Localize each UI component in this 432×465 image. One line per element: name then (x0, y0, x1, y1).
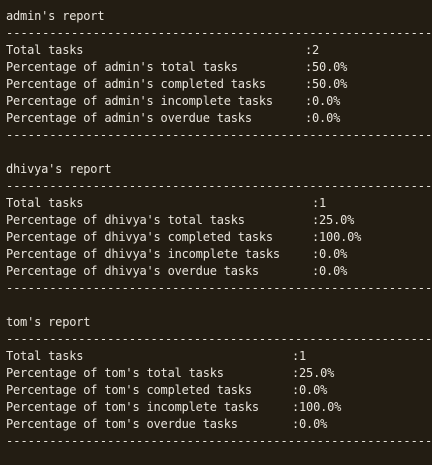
row-label: Percentage of tom's total tasks (6, 366, 224, 380)
row-label: Percentage of dhivya's completed tasks (6, 230, 273, 244)
report-tom: tom's report ---------------------------… (6, 314, 432, 450)
report-row-total: Total tasks :2 (6, 42, 432, 59)
row-value: :0.0% (312, 264, 348, 278)
report-row-total: Total tasks :1 (6, 348, 432, 365)
report-title: admin's report (6, 9, 105, 23)
row-value: :25.0% (312, 213, 355, 227)
report-row-completed-pct: Percentage of admin's completed tasks :5… (6, 76, 432, 93)
row-label: Percentage of dhivya's overdue tasks (6, 264, 259, 278)
row-value: :1 (312, 196, 327, 210)
report-row-incomplete-pct: Percentage of tom's incomplete tasks :10… (6, 399, 432, 416)
row-label: Total tasks (6, 196, 84, 210)
report-row-incomplete-pct: Percentage of admin's incomplete tasks :… (6, 93, 432, 110)
row-value: :2 (305, 43, 320, 57)
row-label: Percentage of admin's completed tasks (6, 77, 266, 91)
divider: ----------------------------------------… (6, 179, 432, 193)
row-label: Percentage of dhivya's incomplete tasks (6, 247, 280, 261)
row-value: :25.0% (292, 366, 335, 380)
row-label: Percentage of admin's incomplete tasks (6, 94, 273, 108)
row-value: :0.0% (292, 417, 328, 431)
row-value: :50.0% (305, 60, 348, 74)
report-row-total-pct: Percentage of admin's total tasks :50.0% (6, 59, 432, 76)
report-row-completed-pct: Percentage of tom's completed tasks :0.0… (6, 382, 432, 399)
report-row-total-pct: Percentage of dhivya's total tasks :25.0… (6, 212, 432, 229)
row-value: :50.0% (305, 77, 348, 91)
divider: ----------------------------------------… (6, 434, 432, 448)
report-row-completed-pct: Percentage of dhivya's completed tasks :… (6, 229, 432, 246)
report-row-overdue-pct: Percentage of admin's overdue tasks :0.0… (6, 110, 432, 127)
report-title: tom's report (6, 315, 91, 329)
divider: ----------------------------------------… (6, 128, 432, 142)
terminal-output: admin's report -------------------------… (0, 0, 432, 465)
report-admin: admin's report -------------------------… (6, 8, 432, 144)
row-value: :0.0% (305, 94, 341, 108)
report-row-overdue-pct: Percentage of dhivya's overdue tasks :0.… (6, 263, 432, 280)
row-label: Percentage of tom's incomplete tasks (6, 400, 259, 414)
row-value: :100.0% (292, 400, 342, 414)
report-row-total: Total tasks :1 (6, 195, 432, 212)
divider: ----------------------------------------… (6, 281, 432, 295)
divider: ----------------------------------------… (6, 26, 432, 40)
report-row-overdue-pct: Percentage of tom's overdue tasks :0.0% (6, 416, 432, 433)
row-value: :0.0% (305, 111, 341, 125)
row-label: Percentage of tom's overdue tasks (6, 417, 238, 431)
row-label: Percentage of admin's total tasks (6, 60, 238, 74)
row-label: Percentage of dhivya's total tasks (6, 213, 245, 227)
row-value: :0.0% (312, 247, 348, 261)
row-label: Total tasks (6, 349, 84, 363)
report-row-incomplete-pct: Percentage of dhivya's incomplete tasks … (6, 246, 432, 263)
divider: ----------------------------------------… (6, 332, 432, 346)
row-value: :100.0% (312, 230, 362, 244)
report-title: dhivya's report (6, 162, 112, 176)
row-label: Percentage of tom's completed tasks (6, 383, 252, 397)
row-label: Total tasks (6, 43, 84, 57)
report-row-total-pct: Percentage of tom's total tasks :25.0% (6, 365, 432, 382)
row-value: :1 (292, 349, 307, 363)
row-label: Percentage of admin's overdue tasks (6, 111, 252, 125)
row-value: :0.0% (292, 383, 328, 397)
report-dhivya: dhivya's report ------------------------… (6, 161, 432, 297)
